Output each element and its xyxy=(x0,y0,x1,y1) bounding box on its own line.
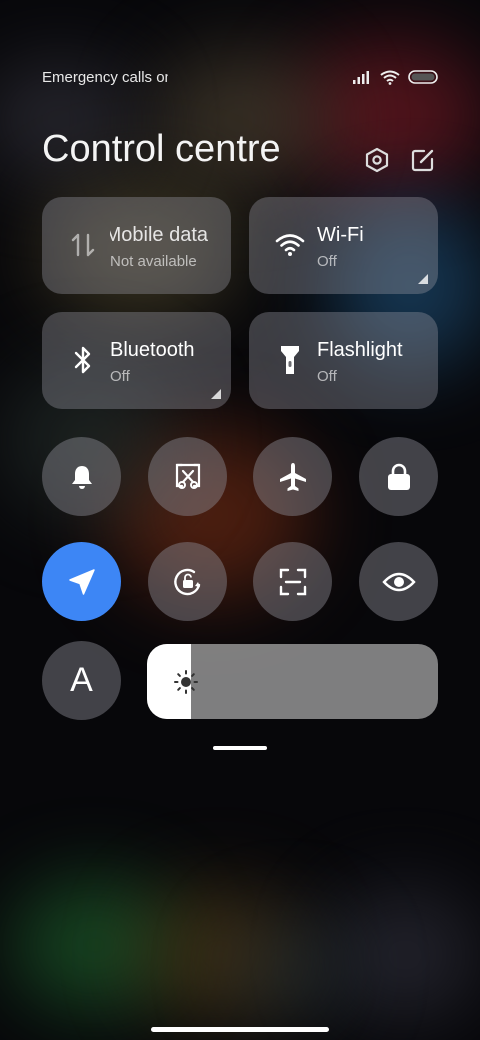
location-toggle[interactable] xyxy=(42,542,121,621)
tile-status: Off xyxy=(110,368,130,385)
lock-icon xyxy=(387,463,410,490)
tile-label: Wi-Fi xyxy=(317,224,364,246)
expand-corner-icon[interactable] xyxy=(211,389,221,399)
status-bar: Emergency calls only xyxy=(42,66,438,88)
sound-toggle[interactable] xyxy=(42,437,121,516)
screenshot-icon xyxy=(175,463,200,489)
airplane-icon xyxy=(279,462,306,491)
font-letter: A xyxy=(70,661,93,699)
edit-icon[interactable] xyxy=(408,145,438,175)
font-size-button[interactable]: A xyxy=(42,641,121,720)
tile-flashlight[interactable]: Flashlight Off xyxy=(249,312,438,409)
location-icon xyxy=(68,568,95,595)
reading-mode-toggle[interactable] xyxy=(359,542,438,621)
signal-icon xyxy=(353,71,369,84)
tile-label: Bluetooth xyxy=(110,339,195,361)
tile-label: Mobile data xyxy=(110,224,208,246)
tile-status: Not available xyxy=(110,253,197,270)
scan-icon xyxy=(279,568,306,595)
airplane-mode-toggle[interactable] xyxy=(253,437,332,516)
rotation-lock-toggle[interactable] xyxy=(148,542,227,621)
tile-mobile-data[interactable]: Mobile data Not available xyxy=(42,197,231,294)
bell-icon xyxy=(71,465,92,489)
flashlight-icon xyxy=(275,345,305,375)
tile-bluetooth[interactable]: Bluetooth Off xyxy=(42,312,231,409)
tile-label: Flashlight xyxy=(317,339,403,361)
tile-wifi[interactable]: Wi-Fi Off xyxy=(249,197,438,294)
scanner-toggle[interactable] xyxy=(253,542,332,621)
rotation-lock-icon xyxy=(173,568,200,595)
wifi-icon xyxy=(275,230,305,260)
home-indicator[interactable] xyxy=(151,1027,329,1032)
tile-status: Off xyxy=(317,368,337,385)
settings-icon[interactable] xyxy=(362,145,392,175)
brightness-slider[interactable] xyxy=(147,644,438,719)
panel-drag-handle[interactable] xyxy=(213,746,267,750)
expand-corner-icon[interactable] xyxy=(418,274,428,284)
wifi-icon xyxy=(380,70,400,85)
mobile-data-icon xyxy=(68,230,98,260)
screenshot-toggle[interactable] xyxy=(148,437,227,516)
status-text: Emergency calls only xyxy=(42,68,168,86)
page-title: Control centre xyxy=(42,128,281,170)
bluetooth-icon xyxy=(68,345,98,375)
lock-screen-toggle[interactable] xyxy=(359,437,438,516)
battery-icon xyxy=(408,70,438,84)
tile-status: Off xyxy=(317,253,337,270)
eye-icon xyxy=(381,572,416,591)
brightness-icon xyxy=(174,670,198,694)
